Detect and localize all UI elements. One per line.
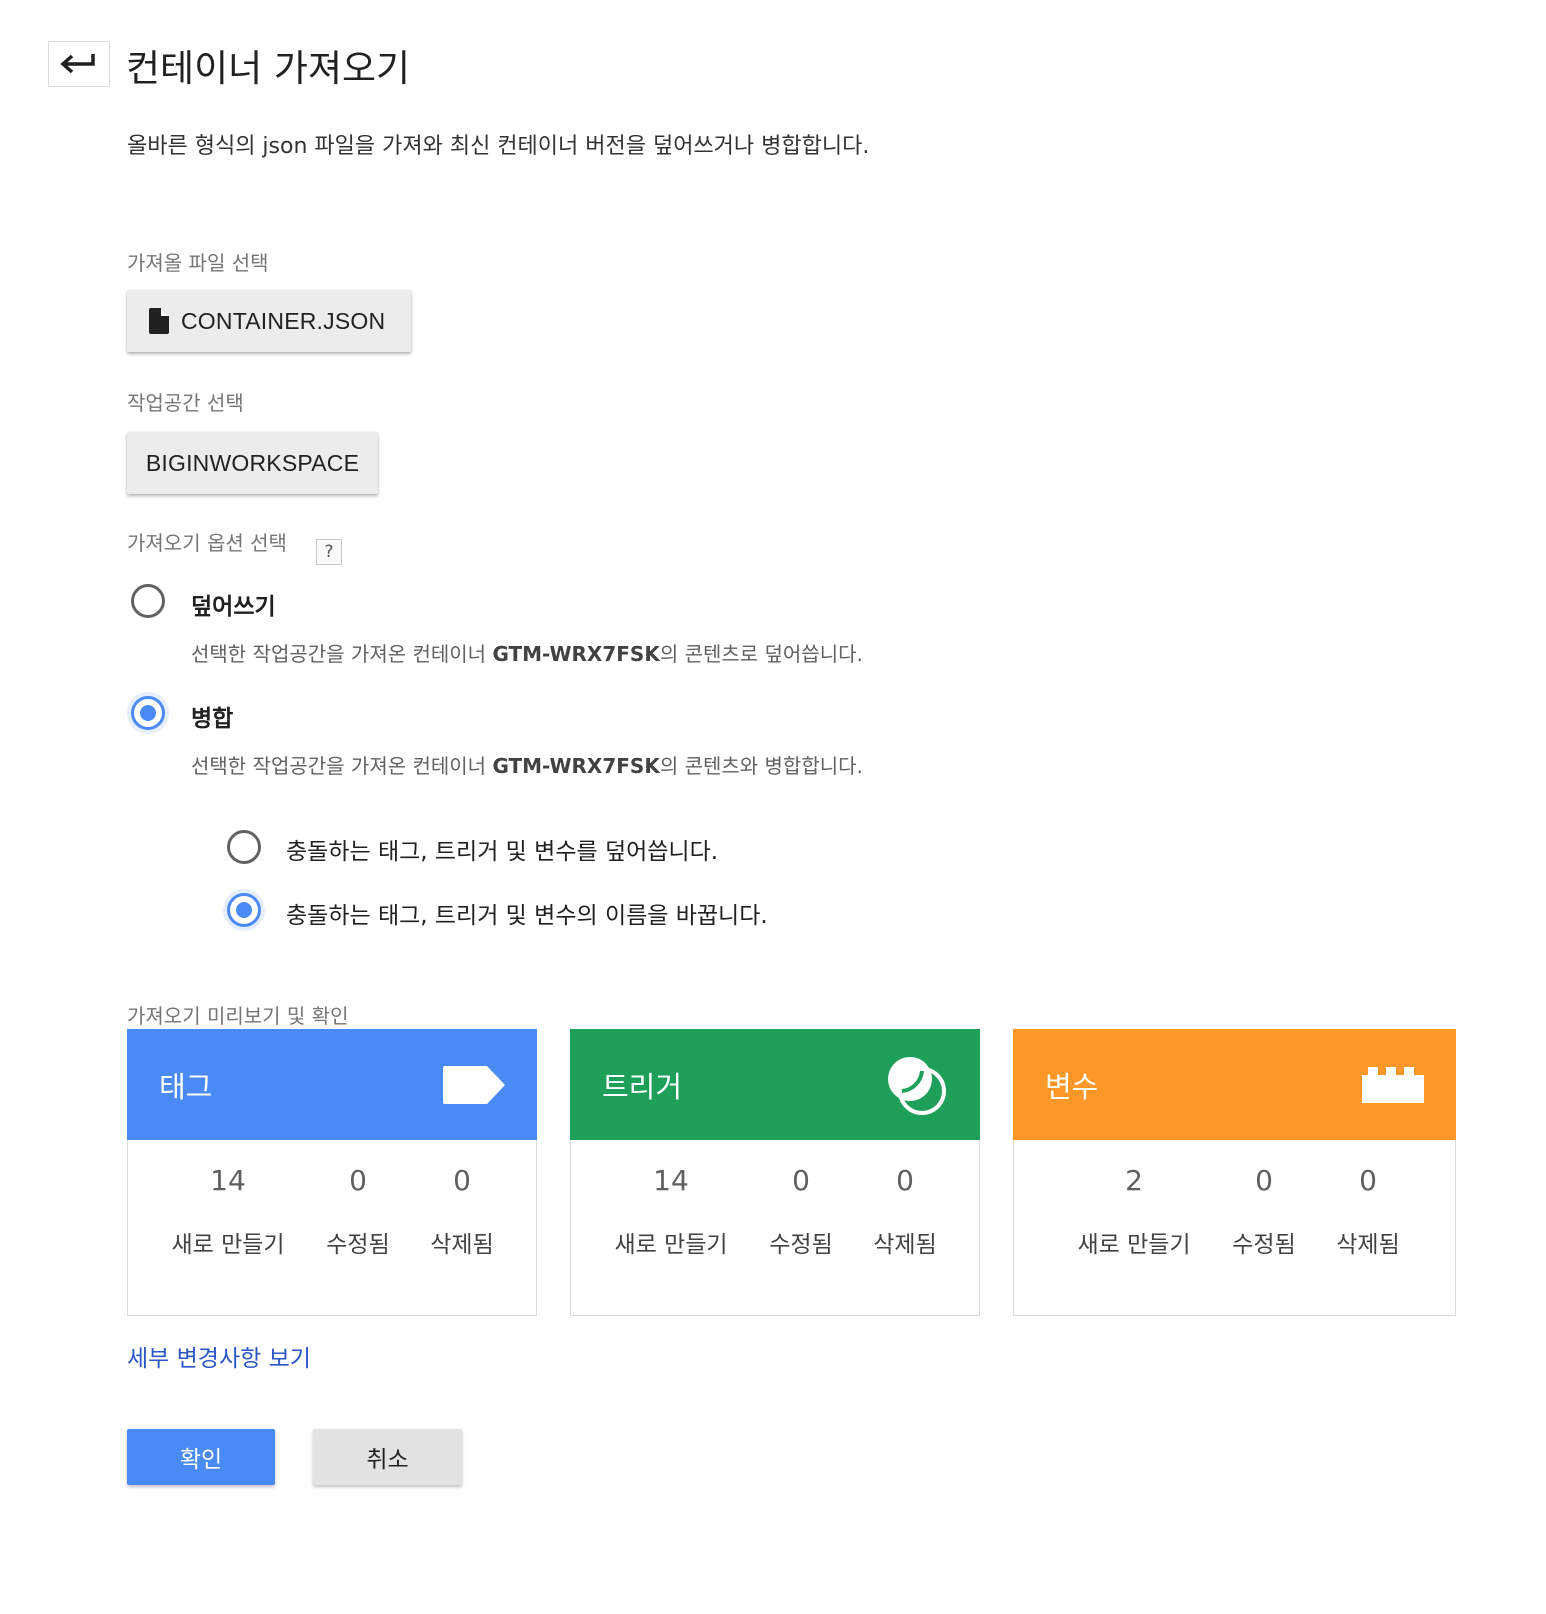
page-title: 컨테이너 가져오기	[126, 47, 411, 90]
file-icon	[149, 308, 169, 334]
back-arrow-icon	[60, 54, 95, 74]
workspace-select-label: 작업공간 선택	[127, 391, 244, 415]
container-id: GTM-WRX7FSK	[492, 642, 660, 666]
conflict-rename-radio[interactable]	[227, 893, 261, 927]
triggers-card-header: 트리거	[570, 1029, 980, 1140]
cancel-button[interactable]: 취소	[313, 1429, 462, 1485]
file-select-button[interactable]: CONTAINER.JSON	[127, 290, 411, 352]
view-details-link[interactable]: 세부 변경사항 보기	[127, 1339, 311, 1373]
merge-option-description: 선택한 작업공간을 가져온 컨테이너 GTM-WRX7FSK의 콘텐츠와 병합합…	[191, 754, 863, 778]
merge-option-title: 병합	[191, 706, 234, 732]
overwrite-option-title: 덮어쓰기	[191, 594, 276, 620]
confirm-button[interactable]: 확인	[127, 1429, 275, 1485]
import-options-label: 가져오기 옵션 선택	[127, 531, 287, 555]
triggers-card-title: 트리거	[602, 1069, 683, 1104]
overwrite-option-description: 선택한 작업공간을 가져온 컨테이너 GTM-WRX7FSK의 콘텐츠로 덮어씁…	[191, 642, 863, 666]
tags-card-title: 태그	[159, 1069, 213, 1104]
file-select-button-label: CONTAINER.JSON	[181, 307, 386, 334]
variable-icon	[1362, 1066, 1424, 1103]
triggers-summary-card: 트리거 14 새로 만들기 0 수정됨 0 삭제됨	[570, 1029, 980, 1316]
tags-summary-card: 태그 14 새로 만들기 0 수정됨 0 삭제됨	[127, 1029, 537, 1316]
variables-summary-card: 변수 2 새로 만들기 0 수정됨 0 삭제됨	[1013, 1029, 1456, 1316]
back-button[interactable]	[48, 41, 110, 87]
conflict-overwrite-label: 충돌하는 태그, 트리거 및 변수를 덮어씁니다.	[286, 839, 719, 865]
page-description: 올바른 형식의 json 파일을 가져와 최신 컨테이너 버전을 덮어쓰거나 병…	[127, 134, 870, 159]
stat-new: 14 새로 만들기	[171, 1164, 285, 1258]
variables-card-title: 변수	[1045, 1069, 1099, 1104]
conflict-overwrite-radio[interactable]	[227, 830, 261, 864]
tag-icon	[443, 1065, 505, 1104]
help-icon[interactable]: ?	[316, 539, 342, 565]
stat-new: 2 새로 만들기	[1077, 1164, 1191, 1258]
container-id: GTM-WRX7FSK	[492, 754, 660, 778]
tags-card-header: 태그	[127, 1029, 537, 1140]
overwrite-radio[interactable]	[131, 584, 165, 618]
merge-radio[interactable]	[131, 696, 165, 730]
conflict-rename-label: 충돌하는 태그, 트리거 및 변수의 이름을 바꿉니다.	[286, 903, 768, 929]
stat-deleted: 0 삭제됨	[1336, 1164, 1400, 1258]
preview-label: 가져오기 미리보기 및 확인	[127, 1004, 349, 1028]
stat-new: 14 새로 만들기	[614, 1164, 728, 1258]
file-select-label: 가져올 파일 선택	[127, 251, 269, 275]
workspace-select-button-label: BIGINWORKSPACE	[145, 449, 360, 476]
stat-deleted: 0 삭제됨	[873, 1164, 937, 1258]
variables-card-header: 변수	[1013, 1029, 1456, 1140]
workspace-select-button[interactable]: BIGINWORKSPACE	[127, 432, 378, 494]
trigger-icon	[888, 1056, 946, 1115]
stat-deleted: 0 삭제됨	[430, 1164, 494, 1258]
